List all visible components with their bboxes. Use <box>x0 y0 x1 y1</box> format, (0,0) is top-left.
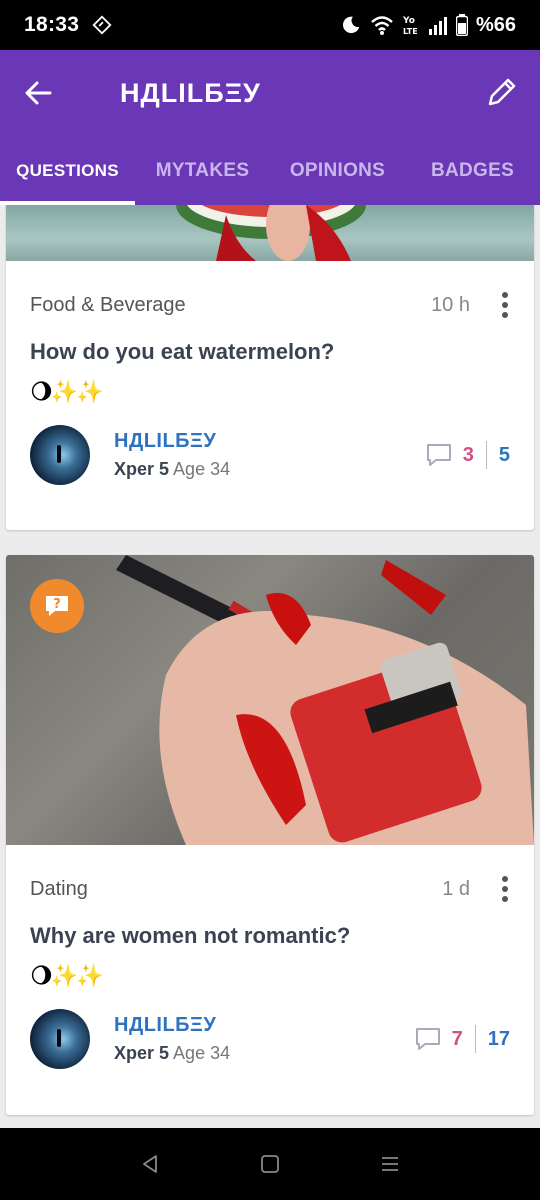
tab-opinions[interactable]: OPINIONS <box>270 136 405 205</box>
back-arrow-icon[interactable] <box>22 77 54 109</box>
question-badge-icon: ? <box>30 579 84 633</box>
comment-count: 7 <box>451 1027 463 1050</box>
author-level: Xper 5 <box>114 1043 170 1063</box>
more-options-icon[interactable] <box>500 876 510 902</box>
question-category[interactable]: Dating <box>30 878 88 901</box>
back-triangle-icon[interactable] <box>139 1153 161 1175</box>
question-category[interactable]: Food & Beverage <box>30 294 186 317</box>
post-time: 10 h <box>431 293 470 316</box>
battery-icon <box>455 14 468 36</box>
signal-icon <box>428 17 447 35</box>
status-bar: 18:33 Yo LTE %66 <box>0 0 540 50</box>
avatar[interactable] <box>30 1009 90 1069</box>
post-time: 1 d <box>442 877 470 900</box>
author-level: Xper 5 <box>114 459 170 479</box>
question-title[interactable]: How do you eat watermelon? <box>30 339 510 365</box>
question-title[interactable]: Why are women not romantic? <box>30 923 510 949</box>
question-image-lighter[interactable]: ? <box>6 555 534 845</box>
more-options-icon[interactable] <box>500 292 510 318</box>
profile-tabs: QUESTIONS MYTAKES OPINIONS BADGES <box>0 136 540 205</box>
vote-count: 5 <box>498 443 510 466</box>
tab-mytakes[interactable]: MYTAKES <box>135 136 270 205</box>
home-square-icon[interactable] <box>259 1153 281 1175</box>
comment-icon <box>415 1028 440 1050</box>
tab-questions[interactable]: QUESTIONS <box>0 136 135 205</box>
volte-icon: YoLTE <box>402 16 418 36</box>
question-emoji: 🌖✨✨ <box>30 963 104 988</box>
question-image-watermelon[interactable] <box>6 205 534 261</box>
question-emoji: 🌖✨✨ <box>30 379 104 404</box>
author-name[interactable]: НДLILБΞУ <box>114 1014 230 1037</box>
comment-count: 3 <box>462 443 474 466</box>
system-navigation-bar <box>0 1128 540 1200</box>
svg-text:?: ? <box>53 597 61 612</box>
questions-feed[interactable]: Food & Beverage 10 h How do you eat wate… <box>0 205 540 1128</box>
profile-title: НДLILБΞУ <box>120 77 261 108</box>
author-name[interactable]: НДLILБΞУ <box>114 430 230 453</box>
wifi-icon <box>371 16 393 35</box>
avatar[interactable] <box>30 425 90 485</box>
recents-menu-icon[interactable] <box>379 1153 401 1175</box>
author-age: Age 34 <box>173 1043 231 1063</box>
lighter-photo <box>116 555 534 845</box>
clock: 18:33 <box>24 13 80 36</box>
question-card[interactable]: ? Dating 1 d Why are women not romantic?… <box>6 555 534 1115</box>
svg-text:Yo: Yo <box>402 16 415 26</box>
do-not-disturb-moon-icon <box>342 16 360 34</box>
app-bar: НДLILБΞУ QUESTIONS MYTAKES OPINIONS BADG… <box>0 50 540 205</box>
author-age: Age 34 <box>173 459 231 479</box>
tab-badges[interactable]: BADGES <box>405 136 540 205</box>
comment-icon <box>426 444 451 466</box>
stats-divider <box>485 441 487 469</box>
svg-text:LTE: LTE <box>403 27 418 36</box>
edit-pencil-icon[interactable] <box>484 76 518 110</box>
vote-count: 17 <box>487 1027 510 1050</box>
navigation-arrow-icon <box>92 15 112 35</box>
watermelon-photo <box>176 205 366 261</box>
stats-divider <box>474 1025 476 1053</box>
battery-percent: %66 <box>475 13 516 36</box>
question-card[interactable]: Food & Beverage 10 h How do you eat wate… <box>6 205 534 530</box>
